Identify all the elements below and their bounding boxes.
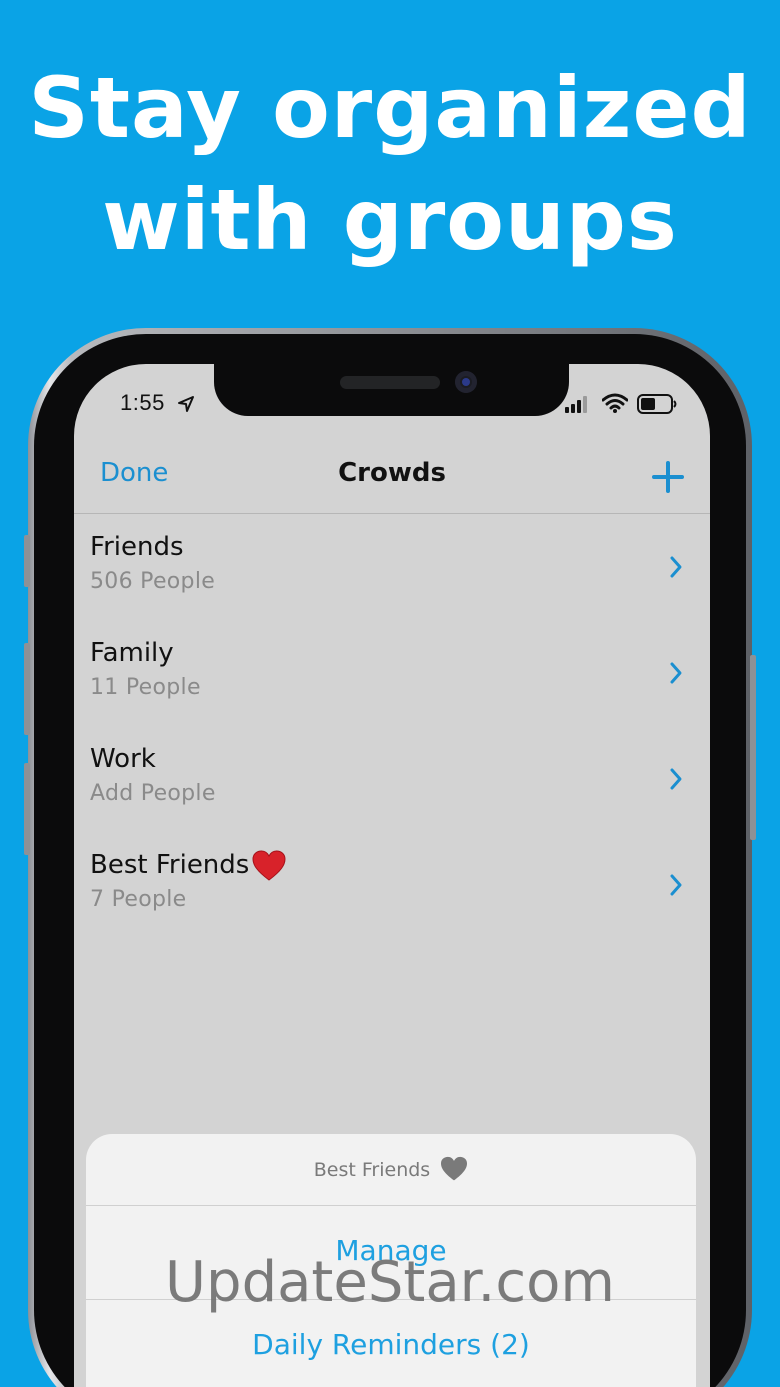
page-title: Crowds [338, 458, 446, 488]
group-count: Add People [90, 781, 216, 806]
add-icon[interactable] [651, 460, 685, 494]
promo-headline: Stay organized with groups [0, 52, 780, 276]
headline-line-1: Stay organized [28, 59, 752, 157]
action-sheet-title: Best Friends [313, 1159, 431, 1181]
volume-up-button [24, 643, 30, 735]
status-time: 1:55 [120, 390, 165, 415]
list-item-friends[interactable]: Friends 506 People [74, 514, 710, 620]
front-camera [455, 371, 477, 393]
volume-down-button [24, 763, 30, 855]
cellular-signal-icon [565, 396, 587, 413]
list-item-work[interactable]: Work Add People [74, 726, 710, 832]
power-button [750, 655, 756, 840]
phone-screen: 1:55 Done Crowds Friends 506 People Fami… [74, 364, 710, 1387]
red-heart-icon [252, 850, 286, 881]
chevron-right-icon [670, 874, 682, 896]
speaker-grille [340, 376, 440, 389]
mute-switch [24, 535, 30, 587]
notch [214, 364, 569, 416]
headline-line-2: with groups [102, 171, 678, 269]
battery-icon [637, 394, 677, 414]
wifi-icon [602, 393, 628, 413]
chevron-right-icon [670, 662, 682, 684]
group-count: 506 People [90, 569, 216, 594]
chevron-right-icon [670, 556, 682, 578]
navigation-bar: Done Crowds [74, 446, 710, 514]
group-count: 11 People [90, 675, 201, 700]
location-arrow-icon [178, 396, 194, 412]
watermark: UpdateStar.com [165, 1250, 615, 1315]
grey-heart-icon [441, 1156, 468, 1181]
group-name: Best Friends [90, 850, 250, 880]
group-name: Work [90, 744, 156, 774]
group-count: 7 People [90, 887, 187, 912]
action-sheet-header: Best Friends [86, 1134, 696, 1206]
chevron-right-icon [670, 768, 682, 790]
list-item-best-friends[interactable]: Best Friends 7 People [74, 832, 710, 938]
list-item-family[interactable]: Family 11 People [74, 620, 710, 726]
groups-list: Friends 506 People Family 11 People Work… [74, 514, 710, 938]
group-name: Family [90, 638, 174, 668]
group-name: Friends [90, 532, 184, 562]
